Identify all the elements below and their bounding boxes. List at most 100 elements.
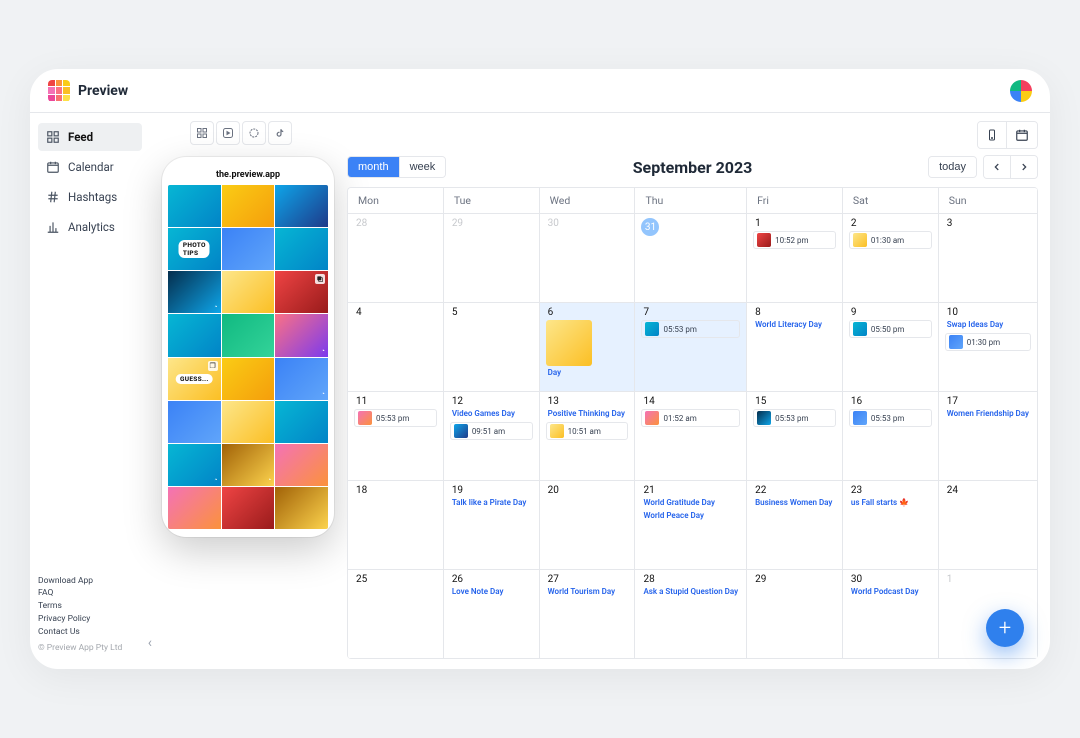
calendar-day[interactable]: 4	[348, 303, 444, 392]
holiday-event[interactable]: World Literacy Day	[751, 318, 838, 331]
calendar-day[interactable]: 705:53 pm	[635, 303, 747, 392]
calendar-day[interactable]: 22Business Women Day	[747, 481, 843, 570]
holiday-event[interactable]: Positive Thinking Day	[544, 407, 631, 420]
ig-post[interactable]	[275, 271, 328, 313]
calendar-day[interactable]: 30	[540, 214, 636, 303]
holiday-event[interactable]: Business Women Day	[751, 496, 838, 509]
ig-post[interactable]: PHOTO TIPS	[168, 228, 221, 270]
ig-post[interactable]: ◔	[275, 314, 328, 356]
ig-post[interactable]	[222, 185, 275, 227]
ig-post[interactable]: ◔	[168, 271, 221, 313]
ig-post[interactable]	[168, 487, 221, 529]
device-calendar-icon[interactable]	[1007, 122, 1037, 148]
scheduled-post-large[interactable]	[546, 320, 592, 366]
sidebar-item-feed[interactable]: Feed	[38, 123, 142, 151]
ig-post[interactable]: ◔	[275, 358, 328, 400]
calendar-day[interactable]: 13Positive Thinking Day10:51 am	[540, 392, 636, 481]
scheduled-post[interactable]: 01:30 am	[849, 231, 932, 249]
holiday-event[interactable]: World Podcast Day	[847, 585, 934, 598]
holiday-event[interactable]: World Peace Day	[639, 509, 742, 522]
ig-post[interactable]	[222, 358, 275, 400]
scheduled-post[interactable]: 05:50 pm	[849, 320, 932, 338]
next-month-button[interactable]	[1011, 156, 1037, 178]
month-view-button[interactable]: month	[348, 157, 400, 177]
add-post-button[interactable]: +	[986, 609, 1024, 647]
ig-post[interactable]	[222, 401, 275, 443]
calendar-day[interactable]: 25	[348, 570, 444, 659]
ig-post[interactable]: ◔	[222, 444, 275, 486]
holiday-event[interactable]: Talk like a Pirate Day	[448, 496, 535, 509]
holiday-event[interactable]: us Fall starts 🍁	[847, 496, 934, 509]
footer-link[interactable]: Contact Us	[38, 626, 122, 639]
holiday-event[interactable]: World Gratitude Day	[639, 496, 742, 509]
holiday-event[interactable]: Ask a Stupid Question Day	[639, 585, 742, 598]
holiday-event[interactable]: Day	[544, 366, 631, 379]
holiday-event[interactable]: Women Friendship Day	[943, 407, 1033, 420]
scheduled-post[interactable]: 01:52 am	[641, 409, 740, 427]
week-view-button[interactable]: week	[400, 157, 446, 177]
calendar-day[interactable]: 1401:52 am	[635, 392, 747, 481]
scheduled-post[interactable]: 05:53 pm	[849, 409, 932, 427]
scheduled-post[interactable]: 05:53 pm	[753, 409, 836, 427]
reels-view-icon[interactable]	[216, 121, 240, 145]
ig-post[interactable]	[275, 444, 328, 486]
grid-view-icon[interactable]	[190, 121, 214, 145]
ig-post[interactable]	[168, 401, 221, 443]
scheduled-post[interactable]: 10:51 am	[546, 422, 629, 440]
scheduled-post[interactable]: 10:52 pm	[753, 231, 836, 249]
calendar-day[interactable]: 17Women Friendship Day	[939, 392, 1038, 481]
calendar-day[interactable]: 20	[540, 481, 636, 570]
calendar-day[interactable]: 1	[939, 570, 1038, 659]
ig-post[interactable]	[275, 487, 328, 529]
calendar-day[interactable]: 10Swap Ideas Day01:30 pm	[939, 303, 1038, 392]
calendar-day[interactable]: 1105:53 pm	[348, 392, 444, 481]
calendar-day[interactable]: 201:30 am	[843, 214, 939, 303]
calendar-day[interactable]: 110:52 pm	[747, 214, 843, 303]
ig-post[interactable]: ◔	[168, 444, 221, 486]
calendar-day[interactable]: 29	[747, 570, 843, 659]
ig-post[interactable]: GUESS...❐	[168, 358, 221, 400]
tiktok-view-icon[interactable]	[268, 121, 292, 145]
ig-post[interactable]	[168, 185, 221, 227]
calendar-day[interactable]: 21World Gratitude DayWorld Peace Day	[635, 481, 747, 570]
scheduled-post[interactable]: 01:30 pm	[945, 333, 1031, 351]
calendar-day[interactable]: 24	[939, 481, 1038, 570]
ig-post[interactable]	[222, 228, 275, 270]
sidebar-item-analytics[interactable]: Analytics	[38, 213, 142, 241]
calendar-day[interactable]: 5	[444, 303, 540, 392]
footer-link[interactable]: FAQ	[38, 587, 122, 600]
prev-month-button[interactable]	[984, 156, 1011, 178]
calendar-day[interactable]: 26Love Note Day	[444, 570, 540, 659]
ig-post[interactable]	[222, 314, 275, 356]
calendar-day[interactable]: 30World Podcast Day	[843, 570, 939, 659]
holiday-event[interactable]: Video Games Day	[448, 407, 535, 420]
scheduled-post[interactable]: 05:53 pm	[641, 320, 740, 338]
calendar-day[interactable]: 27World Tourism Day	[540, 570, 636, 659]
calendar-day[interactable]: 31	[635, 214, 747, 303]
user-avatar[interactable]	[1010, 80, 1032, 102]
calendar-day[interactable]: 18	[348, 481, 444, 570]
calendar-day[interactable]: 1505:53 pm	[747, 392, 843, 481]
calendar-day[interactable]: 28Ask a Stupid Question Day	[635, 570, 747, 659]
scheduled-post[interactable]: 05:53 pm	[354, 409, 437, 427]
footer-link[interactable]: Terms	[38, 600, 122, 613]
ig-post[interactable]	[168, 314, 221, 356]
holiday-event[interactable]: Swap Ideas Day	[943, 318, 1033, 331]
calendar-day[interactable]: 28	[348, 214, 444, 303]
calendar-day[interactable]: 12Video Games Day09:51 am	[444, 392, 540, 481]
calendar-day[interactable]: 23us Fall starts 🍁	[843, 481, 939, 570]
calendar-day[interactable]: 8World Literacy Day	[747, 303, 843, 392]
collapse-sidebar-icon[interactable]: ‹	[148, 635, 152, 651]
calendar-day[interactable]: 29	[444, 214, 540, 303]
footer-link[interactable]: Privacy Policy	[38, 613, 122, 626]
sidebar-item-calendar[interactable]: Calendar	[38, 153, 142, 181]
ig-post[interactable]	[222, 271, 275, 313]
scheduled-post[interactable]: 09:51 am	[450, 422, 533, 440]
calendar-day[interactable]: 6Day	[540, 303, 636, 392]
calendar-day[interactable]: 3	[939, 214, 1038, 303]
holiday-event[interactable]: Love Note Day	[448, 585, 535, 598]
ig-post[interactable]	[222, 487, 275, 529]
ig-post[interactable]	[275, 401, 328, 443]
sidebar-item-hashtags[interactable]: Hashtags	[38, 183, 142, 211]
brand[interactable]: Preview	[48, 80, 128, 102]
